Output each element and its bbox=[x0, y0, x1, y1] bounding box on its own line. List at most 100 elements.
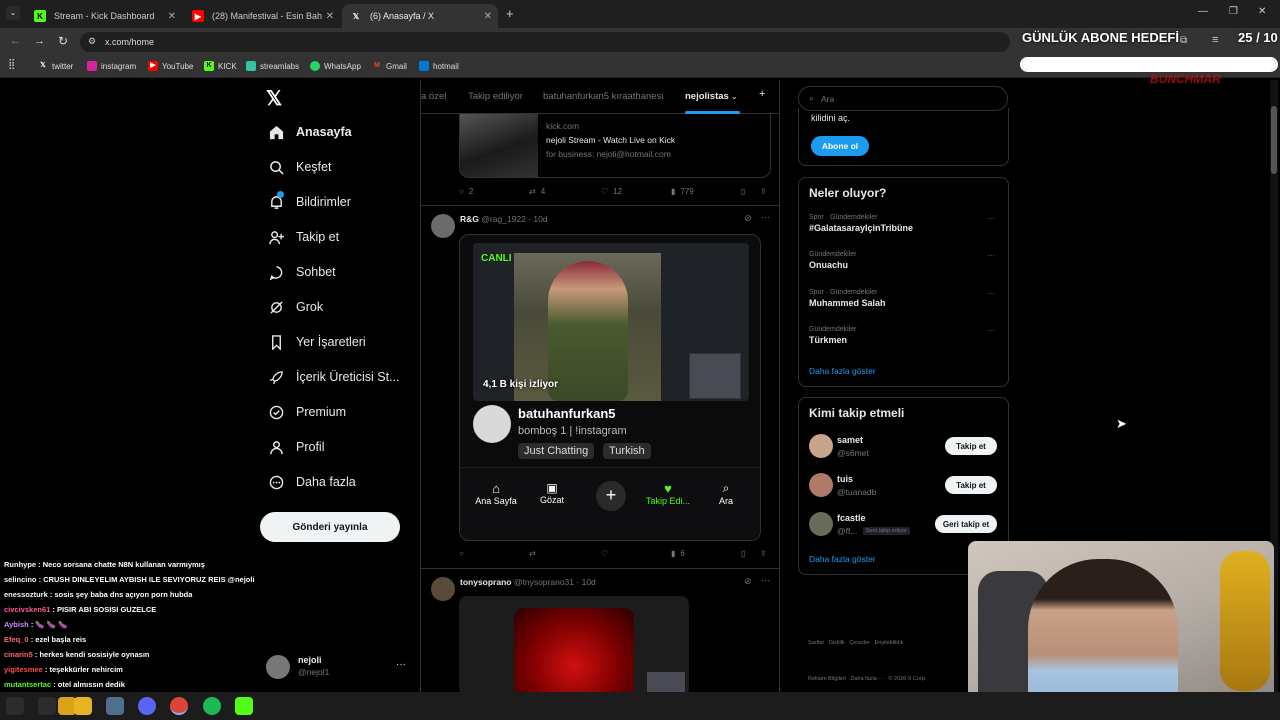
subscribe-button[interactable]: Abone ol bbox=[811, 136, 869, 156]
follow-button[interactable]: Takip et bbox=[945, 437, 997, 455]
extensions-icon[interactable]: ⧉ bbox=[1180, 35, 1187, 46]
trend-item[interactable]: Spor · Gündemdekiler Muhammed Salah ··· bbox=[809, 289, 999, 308]
avatar[interactable] bbox=[431, 214, 455, 238]
trend-item[interactable]: Gündemdekiler Türkmen ··· bbox=[809, 326, 999, 345]
views-button[interactable]: ▮ 779 bbox=[671, 187, 694, 196]
author-name[interactable]: tonysoprano bbox=[460, 577, 511, 587]
more-icon[interactable]: ··· bbox=[987, 214, 995, 223]
reload-icon[interactable]: ↻ bbox=[58, 34, 68, 48]
post-media[interactable] bbox=[459, 596, 689, 692]
scrollbar-thumb[interactable] bbox=[1271, 106, 1277, 174]
browser-tab-youtube[interactable]: ▶ (28) Manifestival - Esin Bahat In ✕ bbox=[184, 4, 340, 28]
author-handle[interactable]: @rag_1922 bbox=[481, 214, 526, 224]
post-time[interactable]: 10d bbox=[582, 577, 596, 587]
url-field[interactable]: ⚙ x.com/home bbox=[80, 32, 1010, 52]
more-icon[interactable]: ··· bbox=[987, 289, 995, 298]
bookmark-instagram[interactable]: instagram bbox=[87, 61, 136, 71]
discord-icon[interactable] bbox=[138, 697, 156, 715]
close-icon[interactable]: ✕ bbox=[326, 11, 334, 22]
trend-item[interactable]: Spor · Gündemdekiler #GalatasarayIçinTrib… bbox=[809, 214, 999, 233]
close-window-button[interactable]: ✕ bbox=[1258, 6, 1266, 17]
bookmark-kick[interactable]: K KICK bbox=[204, 61, 237, 71]
nav-grok[interactable]: Grok bbox=[268, 299, 323, 315]
more-icon[interactable]: ··· bbox=[396, 659, 406, 670]
author-handle[interactable]: @tnysoprano31 bbox=[514, 577, 574, 587]
bookmark-button[interactable]: ▯ bbox=[741, 187, 745, 196]
more-icon[interactable]: ··· bbox=[761, 575, 770, 585]
show-more-link[interactable]: Daha fazla göster bbox=[809, 554, 876, 564]
views-button[interactable]: ▮ 6 bbox=[671, 549, 685, 558]
start-button[interactable] bbox=[6, 697, 24, 715]
nav-notifications[interactable]: Bildirimler bbox=[268, 191, 351, 210]
bookmark-twitter[interactable]: 𝕏twitter bbox=[38, 61, 73, 71]
post-media[interactable]: CANLI 4,1 B kişi izliyor batuhanfurkan5 … bbox=[459, 234, 761, 541]
bookmark-button[interactable]: ▯ bbox=[741, 549, 745, 558]
footer-links[interactable]: Şartlar Gizlilik Çerezler Erişilebilirli… bbox=[808, 613, 926, 697]
bookmark-youtube[interactable]: ▶ YouTube bbox=[148, 61, 193, 71]
repost-button[interactable]: ⇄ bbox=[529, 549, 536, 558]
browser-tab-kick[interactable]: K Stream - Kick Dashboard ✕ bbox=[26, 4, 182, 28]
close-icon[interactable]: ✕ bbox=[168, 11, 176, 22]
show-more-link[interactable]: Daha fazla göster bbox=[809, 366, 876, 376]
add-tab-icon[interactable]: + bbox=[759, 88, 765, 100]
link-card[interactable]: kick.com nejoli Stream - Watch Live on K… bbox=[459, 114, 771, 178]
menu-icon[interactable]: ≡ bbox=[1212, 34, 1218, 46]
share-button[interactable]: ⇪ bbox=[760, 187, 767, 196]
avatar[interactable] bbox=[431, 577, 455, 601]
follow-suggestion[interactable]: samet @s6met Takip et bbox=[809, 434, 1004, 460]
follow-back-button[interactable]: Geri takip et bbox=[935, 515, 997, 533]
file-explorer-icon[interactable] bbox=[74, 697, 92, 715]
nav-chat[interactable]: Sohbet bbox=[268, 264, 336, 280]
nav-premium[interactable]: Premium bbox=[268, 404, 346, 420]
bookmark-whatsapp[interactable]: WhatsApp bbox=[310, 61, 361, 71]
more-icon[interactable]: ··· bbox=[761, 212, 770, 222]
tab-nejolistas[interactable]: nejolistas bbox=[685, 91, 729, 102]
tab-following[interactable]: Takip ediliyor bbox=[468, 91, 523, 102]
nav-follow[interactable]: Takip et bbox=[268, 229, 339, 245]
grok-icon[interactable]: ⊘ bbox=[744, 213, 752, 224]
chevron-down-icon[interactable]: ⌄ bbox=[731, 92, 738, 101]
like-button[interactable]: ♡ bbox=[601, 549, 608, 558]
chrome-icon[interactable] bbox=[170, 697, 188, 715]
app-icon[interactable] bbox=[106, 697, 124, 715]
bookmark-gmail[interactable]: M Gmail bbox=[372, 61, 407, 71]
nav-profile[interactable]: Profil bbox=[268, 439, 324, 455]
repost-button[interactable]: ⇄ 4 bbox=[529, 187, 545, 196]
trend-item[interactable]: Gündemdekiler Onuachu ··· bbox=[809, 251, 999, 270]
follow-button[interactable]: Takip et bbox=[945, 476, 997, 494]
account-switcher[interactable]: nejoli @nejol1 ··· bbox=[266, 653, 416, 681]
close-icon[interactable]: ✕ bbox=[484, 11, 492, 22]
back-icon[interactable]: ← bbox=[10, 35, 21, 47]
nav-home[interactable]: Anasayfa bbox=[268, 124, 352, 140]
tab-list-button[interactable]: ⌄ bbox=[6, 6, 20, 20]
search-icon[interactable] bbox=[38, 697, 56, 715]
restore-button[interactable]: ❐ bbox=[1229, 6, 1238, 17]
more-icon[interactable]: ··· bbox=[987, 251, 995, 260]
more-icon[interactable]: ··· bbox=[987, 326, 995, 335]
bookmark-hotmail[interactable]: hotmail bbox=[419, 61, 459, 71]
post-button[interactable]: Gönderi yayınla bbox=[260, 512, 400, 542]
forward-icon[interactable]: → bbox=[34, 35, 45, 47]
tab-private[interactable]: a özel bbox=[421, 91, 446, 102]
nav-creator-studio[interactable]: İçerik Üreticisi St... bbox=[268, 369, 400, 385]
apps-icon[interactable]: ⣿ bbox=[8, 59, 15, 70]
tab-list-kiraathanesi[interactable]: batuhanfurkan5 kıraathanesi bbox=[543, 91, 663, 102]
x-logo[interactable]: 𝕏 bbox=[266, 86, 282, 111]
follow-suggestion[interactable]: tuis @tuanadb Takip et bbox=[809, 473, 1004, 499]
browser-tab-x[interactable]: 𝕏 (6) Anasayfa / X ✕ bbox=[342, 4, 498, 28]
share-button[interactable]: ⇪ bbox=[760, 549, 767, 558]
nav-explore[interactable]: Keşfet bbox=[268, 159, 331, 175]
nav-more[interactable]: Daha fazla bbox=[268, 474, 356, 490]
post-time[interactable]: 10d bbox=[533, 214, 547, 224]
spotify-icon[interactable] bbox=[203, 697, 221, 715]
app-icon[interactable] bbox=[235, 697, 253, 715]
author-name[interactable]: R&G bbox=[460, 214, 479, 224]
site-info-icon[interactable]: ⚙ bbox=[88, 36, 96, 47]
minimize-button[interactable]: — bbox=[1198, 6, 1208, 17]
grok-icon[interactable]: ⊘ bbox=[744, 576, 752, 587]
new-tab-button[interactable]: + bbox=[506, 6, 514, 21]
nav-bookmarks[interactable]: Yer İşaretleri bbox=[268, 334, 366, 350]
reply-button[interactable]: ○ 2 bbox=[459, 187, 473, 196]
bookmark-streamlabs[interactable]: streamlabs bbox=[246, 61, 299, 71]
follow-suggestion[interactable]: fcastle @ff... Seni takip ediyor Geri ta… bbox=[809, 512, 1004, 538]
